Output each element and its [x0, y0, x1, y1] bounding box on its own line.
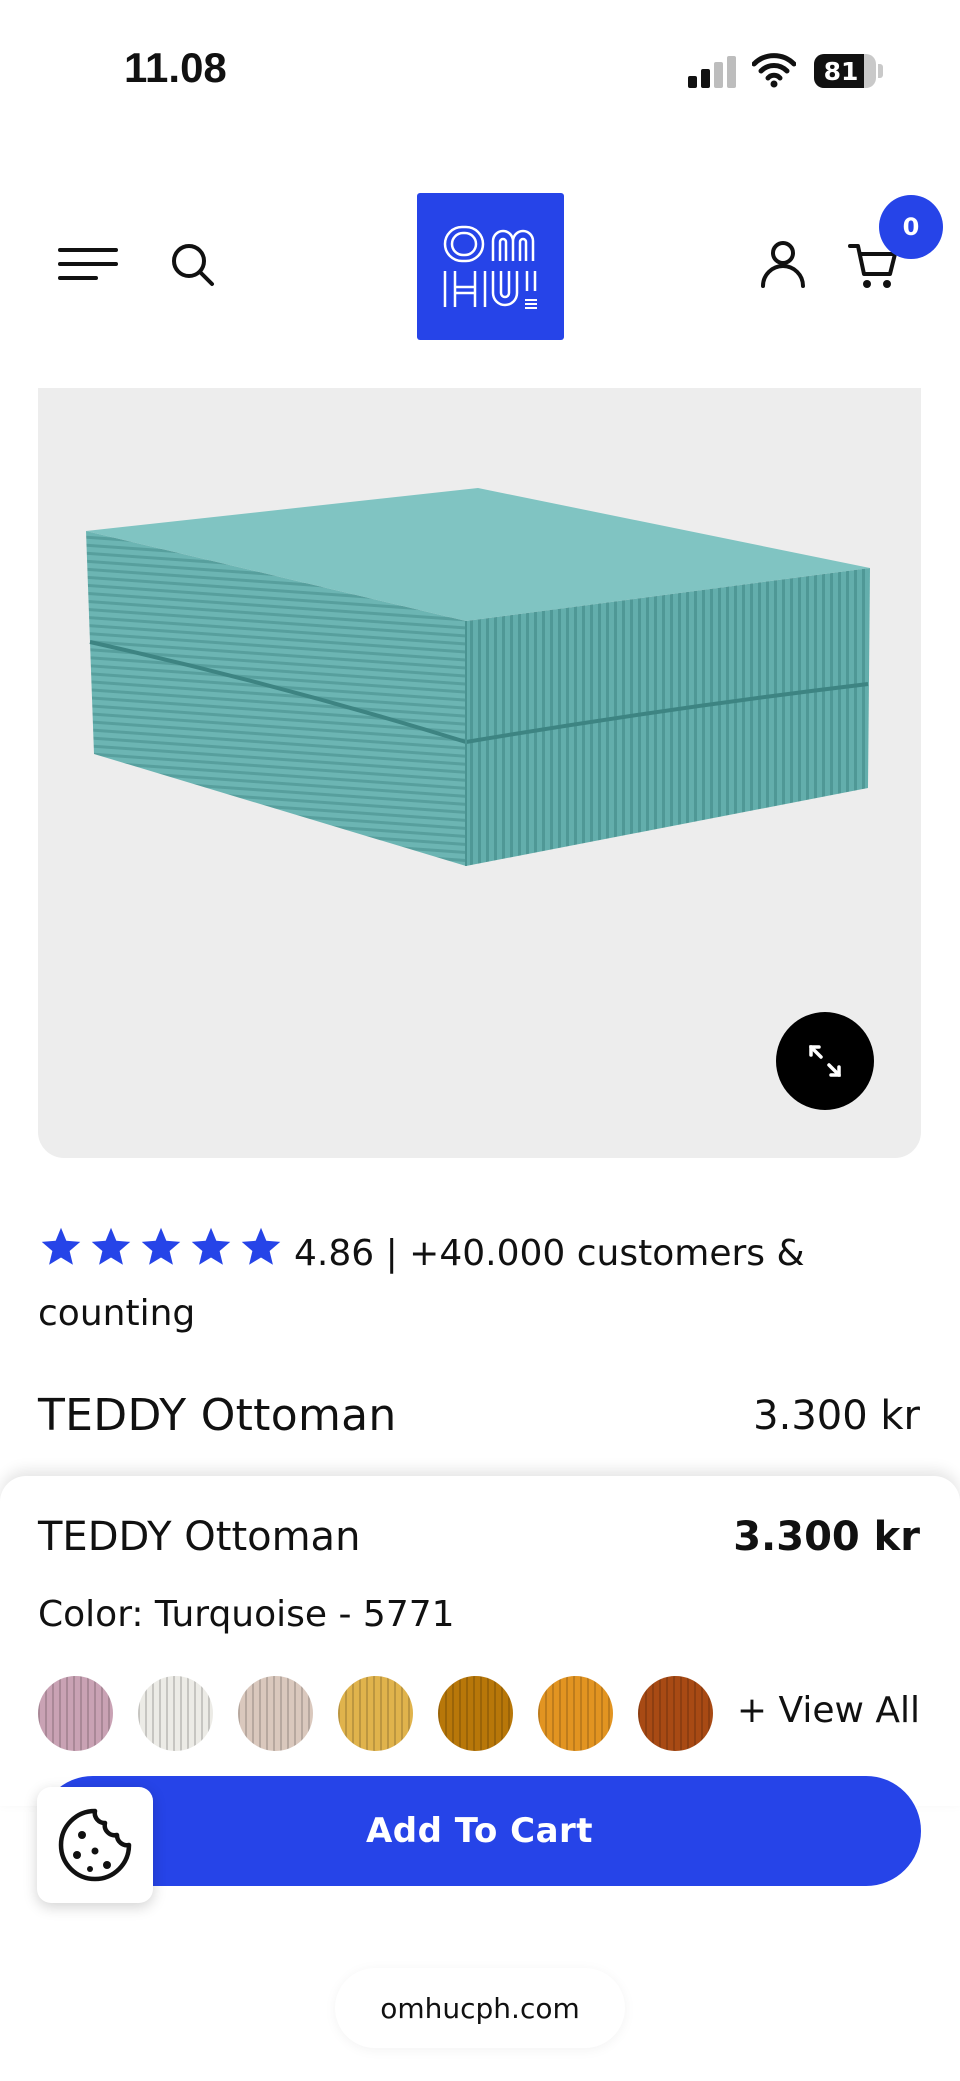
logo-mark [443, 225, 537, 309]
product-page: 11.08 81 0 4.86 | +40.000 customers & co… [0, 0, 960, 2081]
product-title: TEDDY Ottoman [38, 1390, 397, 1441]
product-image[interactable] [38, 388, 921, 1158]
product-price: 3.300 kr [753, 1393, 920, 1439]
color-swatch[interactable] [338, 1676, 413, 1751]
rating-summary: 4.86 | +40.000 customers & counting [38, 1225, 898, 1342]
rating-stars [38, 1225, 288, 1286]
star-icon [41, 1227, 81, 1265]
color-swatch[interactable] [38, 1676, 113, 1751]
sticky-product-title: TEDDY Ottoman [38, 1514, 361, 1560]
cart-count-badge[interactable]: 0 [879, 195, 943, 259]
expand-button[interactable] [776, 1012, 874, 1110]
site-header: 0 [0, 140, 960, 370]
view-all-colors-link[interactable]: + View All [737, 1690, 920, 1731]
signal-icon [688, 56, 738, 88]
battery-cap [878, 64, 883, 78]
expand-icon [809, 1045, 841, 1077]
sticky-purchase-panel: TEDDY Ottoman 3.300 kr Color: Turquoise … [0, 1476, 960, 1806]
color-swatch[interactable] [238, 1676, 313, 1751]
cookie-settings-button[interactable] [37, 1787, 153, 1903]
status-bar: 11.08 81 [0, 0, 960, 140]
cookie-icon [58, 1808, 132, 1882]
browser-url-pill[interactable]: omhucph.com [335, 1968, 625, 2048]
battery-icon: 81 [814, 54, 876, 88]
battery-percent: 81 [823, 56, 859, 86]
color-swatch[interactable] [138, 1676, 213, 1751]
brand-logo[interactable] [417, 193, 564, 340]
star-icon [141, 1227, 181, 1265]
color-label: Color: Turquoise - 5771 [38, 1594, 455, 1635]
wifi-icon [752, 53, 796, 88]
search-icon[interactable] [170, 242, 216, 288]
star-icon [191, 1227, 231, 1265]
color-swatch[interactable] [638, 1676, 713, 1751]
star-icon [91, 1227, 131, 1265]
sticky-product-price: 3.300 kr [733, 1514, 920, 1560]
add-to-cart-button[interactable]: Add To Cart [38, 1776, 921, 1886]
color-swatch[interactable] [538, 1676, 613, 1751]
color-swatch[interactable] [438, 1676, 513, 1751]
hamburger-icon[interactable] [58, 244, 118, 284]
status-time: 11.08 [124, 44, 227, 91]
star-icon [241, 1227, 281, 1265]
user-icon[interactable] [760, 240, 806, 288]
